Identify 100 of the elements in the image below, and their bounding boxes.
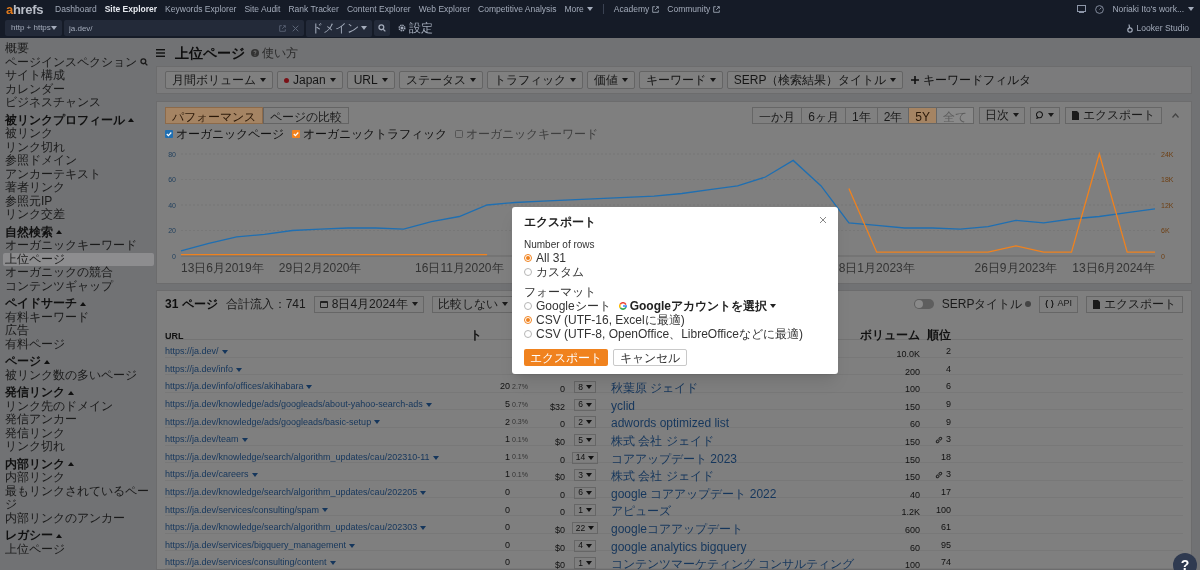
add-filter-button[interactable]: キーワードフィルタ (911, 71, 1032, 89)
radio-button[interactable] (524, 254, 532, 262)
help-button[interactable]: ? (1173, 553, 1197, 570)
nav-link[interactable]: Site Audit (240, 2, 285, 16)
mode-dropdown[interactable]: ドメイン (306, 19, 372, 37)
url-link[interactable]: https://ja.dev/services/consulting/content (165, 556, 336, 570)
position-dropdown[interactable]: 8 (574, 381, 596, 394)
sidebar-item[interactable]: 著者リンク (3, 181, 154, 195)
keyword-link[interactable]: google コアアップデート 2022 (611, 486, 777, 501)
url-link[interactable]: https://ja.dev/careers (165, 468, 258, 482)
filter-dropdown[interactable]: Japan (277, 71, 343, 89)
position-dropdown[interactable]: 14 (571, 451, 599, 464)
date-dropdown[interactable]: 8日4月2024年 (313, 295, 424, 313)
help-link[interactable]: 使い方 (251, 44, 298, 62)
keyword-link[interactable]: adwords optimized list (611, 416, 730, 431)
range-button[interactable]: 5Y (908, 106, 937, 124)
position-dropdown[interactable]: 1 (574, 557, 596, 570)
url-link[interactable]: https://ja.dev/info/offices/akihabara (165, 380, 313, 394)
sidebar-item[interactable]: 内部リンクのアンカー (3, 511, 154, 525)
range-button[interactable]: 1年 (844, 106, 878, 124)
sidebar-item[interactable]: 上位ページ (3, 542, 154, 556)
keyword-link[interactable]: 株式 会社 ジェイド (611, 433, 714, 448)
monitor-icon[interactable] (1077, 5, 1087, 13)
toggle-switch[interactable] (913, 299, 934, 309)
url-link[interactable]: https://ja.dev/knowledge/ads/googleads/about-yahoo-search-ads (165, 398, 432, 412)
looker-studio-link[interactable]: Looker Studio (1126, 21, 1189, 35)
view-tab[interactable]: ページの比較 (263, 106, 349, 124)
nav-link[interactable]: Community (663, 2, 725, 16)
checkbox[interactable] (455, 130, 463, 138)
sidebar-heading[interactable]: 自然検索 (3, 225, 154, 239)
radio-button[interactable] (524, 316, 532, 324)
keyword-link[interactable]: yclid (611, 398, 635, 413)
keyword-link[interactable]: 株式 会社 ジェイド (611, 469, 714, 484)
position-dropdown[interactable]: 3 (574, 469, 596, 482)
nav-link[interactable]: Keywords Explorer (161, 2, 241, 16)
url-field[interactable]: ja.dev/ (64, 20, 274, 36)
confirm-export-button[interactable]: エクスポート (524, 349, 608, 366)
url-link[interactable]: https://ja.dev/knowledge/search/algorithm_updates/cau/202303 (165, 521, 427, 535)
nav-link[interactable]: Academy (609, 2, 664, 16)
menu-icon[interactable] (156, 49, 165, 57)
sidebar-item[interactable]: 参照ドメイン (3, 154, 154, 168)
annotation-dropdown[interactable] (1030, 106, 1060, 124)
position-dropdown[interactable]: 4 (574, 539, 596, 552)
filter-dropdown[interactable]: URL (346, 71, 395, 89)
position-dropdown[interactable]: 22 (571, 521, 599, 534)
sidebar-heading[interactable]: ページ (3, 355, 154, 369)
keyword-link[interactable]: アピューズ (611, 504, 671, 519)
sidebar-heading[interactable]: 内部リンク (3, 457, 154, 471)
filter-dropdown[interactable]: ステータス (398, 71, 483, 89)
keyword-link[interactable]: コアアップデート 2023 (611, 451, 738, 466)
url-link[interactable]: https://ja.dev/ (165, 345, 228, 359)
radio-button[interactable] (524, 330, 532, 338)
position-dropdown[interactable]: 6 (574, 398, 596, 411)
nav-link[interactable]: Site Explorer (100, 2, 162, 16)
sidebar-item[interactable]: コンテンツギャップ (3, 279, 154, 293)
sidebar-heading[interactable]: 発信リンク (3, 386, 154, 400)
sidebar-item[interactable]: 有料ページ (3, 337, 154, 351)
position-dropdown[interactable]: 2 (574, 416, 596, 429)
url-link[interactable]: https://ja.dev/info (165, 362, 243, 377)
sidebar-item[interactable]: 概要 (3, 42, 154, 56)
export-button[interactable]: エクスポート (1065, 106, 1162, 124)
column-header[interactable]: 順位 (927, 328, 951, 342)
url-link[interactable]: https://ja.dev/knowledge/search/algorithm_updates/cau/202310-11 (165, 450, 439, 465)
sidebar-heading[interactable]: ペイドサーチ (3, 297, 154, 311)
sidebar-item[interactable]: ページインスペクション (3, 55, 154, 69)
sidebar-item[interactable]: 上位ページ (3, 252, 154, 266)
protocol-dropdown[interactable]: http + https (5, 20, 62, 36)
radio-button[interactable] (524, 302, 532, 310)
api-button[interactable]: API (1039, 295, 1078, 313)
sidebar-item[interactable]: サイト構成 (3, 69, 154, 83)
sidebar-item[interactable]: アンカーテキスト (3, 167, 154, 181)
sidebar-item[interactable]: 最もリンクされているページ (3, 484, 154, 512)
position-dropdown[interactable]: 5 (574, 433, 596, 446)
interval-dropdown[interactable]: 日次 (979, 106, 1025, 124)
sidebar-item[interactable]: 参照元IP (3, 194, 154, 208)
nav-link[interactable]: More (560, 2, 597, 16)
nav-link[interactable]: Competitive Analysis (474, 2, 561, 16)
sidebar-item[interactable]: 広告 (3, 324, 154, 338)
column-header[interactable]: ト (470, 328, 482, 342)
view-tab[interactable]: パフォーマンス (165, 106, 263, 124)
sidebar-item[interactable]: 被リンク (3, 127, 154, 141)
keyword-link[interactable]: コンテンツマーケティング コンサルティング (611, 557, 855, 570)
sidebar-item[interactable]: オーガニックキーワード (3, 239, 154, 253)
sidebar-item[interactable]: 有料キーワード (3, 310, 154, 324)
range-button[interactable]: 一か月 (752, 106, 803, 124)
external-link-icon[interactable] (279, 24, 286, 32)
sidebar-item[interactable]: リンク切れ (3, 140, 154, 154)
sidebar-item[interactable]: 発信リンク (3, 426, 154, 440)
nav-link[interactable]: Content Explorer (342, 2, 415, 16)
url-link[interactable]: https://ja.dev/knowledge/ads/googleads/basic-setup (165, 415, 381, 430)
url-link[interactable]: https://ja.dev/knowledge/search/algorithm_updates/cau/202205 (165, 486, 427, 500)
url-link[interactable]: https://ja.dev/team (165, 433, 248, 447)
position-dropdown[interactable]: 1 (574, 504, 596, 517)
filter-dropdown[interactable]: SERP（検索結果）タイトル (726, 71, 904, 89)
column-header[interactable]: ボリューム (860, 328, 920, 342)
filter-dropdown[interactable]: トラフィック (486, 71, 583, 89)
sidebar-item[interactable]: 内部リンク (3, 471, 154, 485)
sidebar-item[interactable]: 発信アンカー (3, 413, 154, 427)
nav-link[interactable]: Web Explorer (414, 2, 475, 16)
keyword-link[interactable]: googleコアアップデート (611, 521, 744, 536)
